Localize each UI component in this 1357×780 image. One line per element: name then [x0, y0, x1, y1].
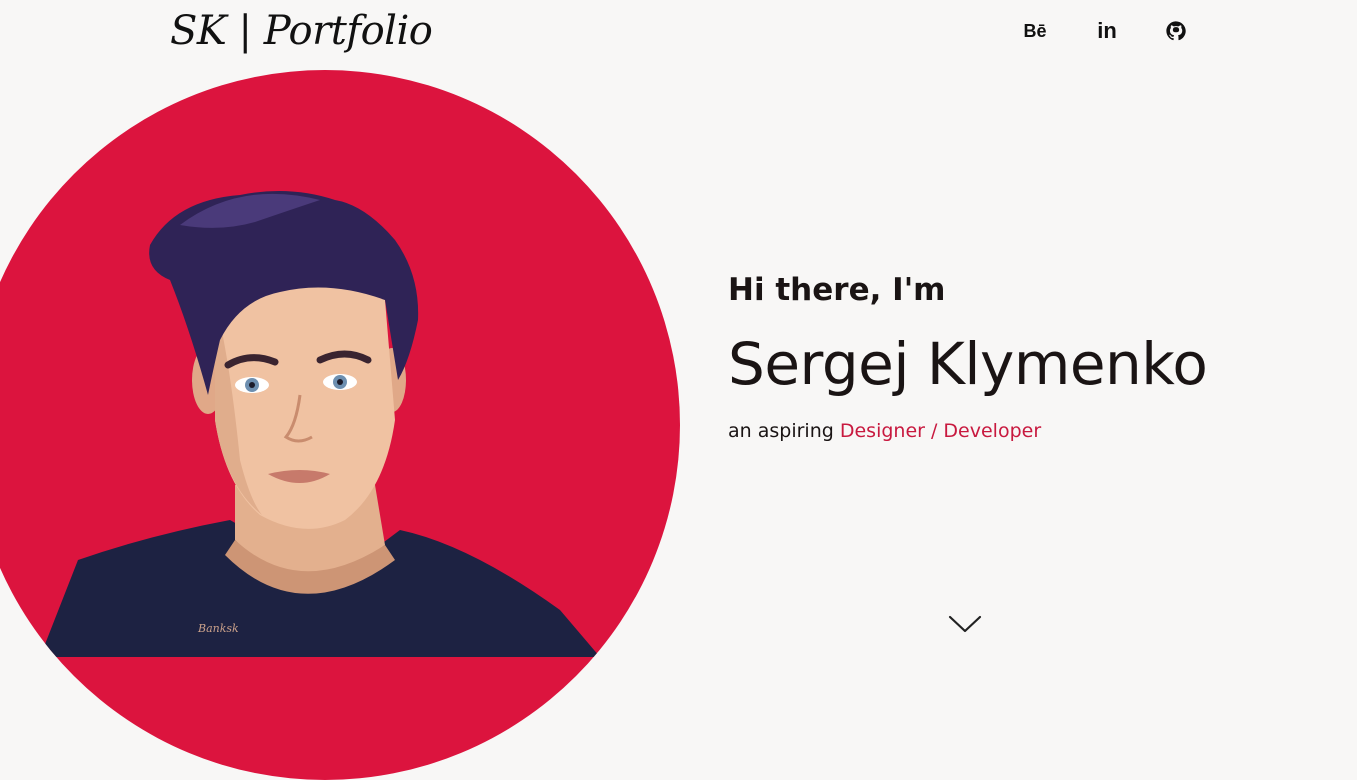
linkedin-link[interactable]: in: [1092, 18, 1122, 44]
chevron-down-icon: [948, 615, 982, 633]
site-logo[interactable]: SK | Portfolio: [170, 8, 433, 54]
scroll-down-button[interactable]: [948, 612, 982, 636]
behance-link[interactable]: Bē: [1020, 21, 1050, 42]
hero-circle: Banksk: [0, 70, 680, 780]
hero-intro: Hi there, I'm Sergej Klymenko an aspirin…: [728, 272, 1208, 442]
tagline: an aspiring Designer / Developer: [728, 420, 1207, 442]
tagline-roles: Designer / Developer: [839, 420, 1042, 442]
portrait-illustration: Banksk: [40, 191, 600, 657]
hero-name: Sergej Klymenko: [728, 330, 1208, 398]
social-links: Bē in: [1020, 18, 1188, 44]
tagline-prefix: an aspiring: [728, 420, 840, 442]
github-link[interactable]: [1164, 19, 1188, 43]
github-icon: [1166, 21, 1186, 41]
greeting: Hi there, I'm: [728, 272, 946, 308]
portrait-signature: Banksk: [197, 622, 239, 635]
